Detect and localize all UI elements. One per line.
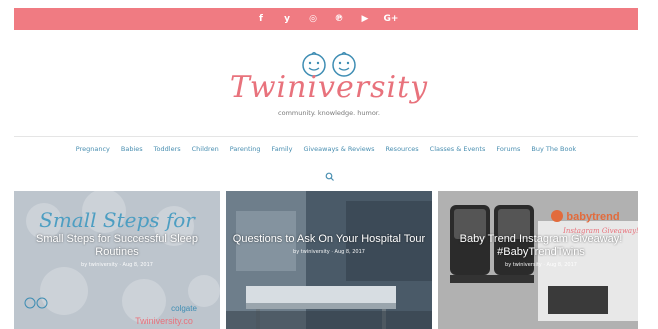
slide-site-watermark: Twiniversity.co: [135, 316, 193, 326]
googleplus-icon[interactable]: G+: [384, 13, 399, 25]
slide-sleep-routines[interactable]: Small Steps for colgate Twiniversity.co …: [14, 191, 220, 329]
nav-item-family[interactable]: Family: [272, 145, 293, 153]
featured-slider: Small Steps for colgate Twiniversity.co …: [14, 191, 638, 329]
slide-hospital-tour[interactable]: Questions to Ask On Your Hospital Tour b…: [226, 191, 432, 329]
slide-brand-babytrend: babytrend: [566, 211, 619, 223]
slide-overlay-heading: Small Steps for: [39, 208, 196, 232]
nav-item-classes[interactable]: Classes & Events: [430, 145, 486, 153]
facebook-icon[interactable]: f: [255, 13, 267, 25]
nav-item-giveaways[interactable]: Giveaways & Reviews: [303, 145, 374, 153]
main-nav: Pregnancy Babies Toddlers Children Paren…: [14, 145, 638, 153]
nav-item-babies[interactable]: Babies: [121, 145, 143, 153]
nav-item-children[interactable]: Children: [192, 145, 219, 153]
nav-item-forums[interactable]: Forums: [496, 145, 520, 153]
slide-meta: by twiniversity · Aug 8, 2017: [293, 249, 365, 255]
logo-title: Twiniversity: [229, 70, 429, 105]
slide-meta: by twiniversity · Aug 8, 2017: [81, 262, 153, 268]
logo-tagline: community. knowledge. humor.: [278, 109, 380, 117]
nav-item-buy-book[interactable]: Buy The Book: [531, 145, 576, 153]
nav-item-parenting[interactable]: Parenting: [230, 145, 261, 153]
slide-hospital-image: [226, 191, 432, 329]
nav-item-resources[interactable]: Resources: [385, 145, 418, 153]
slide-title[interactable]: Baby Trend Instagram Giveaway! #BabyTren…: [444, 233, 638, 259]
slide-caption: Small Steps for Successful Sleep Routine…: [20, 233, 214, 268]
slide-title[interactable]: Questions to Ask On Your Hospital Tour: [232, 233, 426, 246]
pinterest-icon[interactable]: ℗: [333, 13, 345, 25]
slide-brand-colgate: colgate: [171, 304, 197, 313]
social-bar: f y ◎ ℗ ▶ G+: [14, 8, 638, 30]
search-icon[interactable]: [325, 172, 335, 182]
slide-meta: by twiniversity · Aug 8, 2017: [505, 262, 577, 268]
instagram-icon[interactable]: ◎: [307, 13, 319, 25]
nav-item-toddlers[interactable]: Toddlers: [154, 145, 181, 153]
nav-item-pregnancy[interactable]: Pregnancy: [76, 145, 110, 153]
nav-divider: [14, 136, 638, 137]
site-logo[interactable]: Twiniversity community. knowledge. humor…: [0, 48, 658, 122]
slide-title[interactable]: Small Steps for Successful Sleep Routine…: [20, 233, 214, 259]
slide-caption: Baby Trend Instagram Giveaway! #BabyTren…: [444, 233, 638, 268]
youtube-icon[interactable]: ▶: [359, 13, 371, 25]
slide-baby-trend[interactable]: babytrend Instagram Giveaway! Baby Trend…: [438, 191, 638, 329]
twitter-icon[interactable]: y: [281, 13, 293, 25]
slide-caption: Questions to Ask On Your Hospital Tour b…: [232, 233, 426, 255]
